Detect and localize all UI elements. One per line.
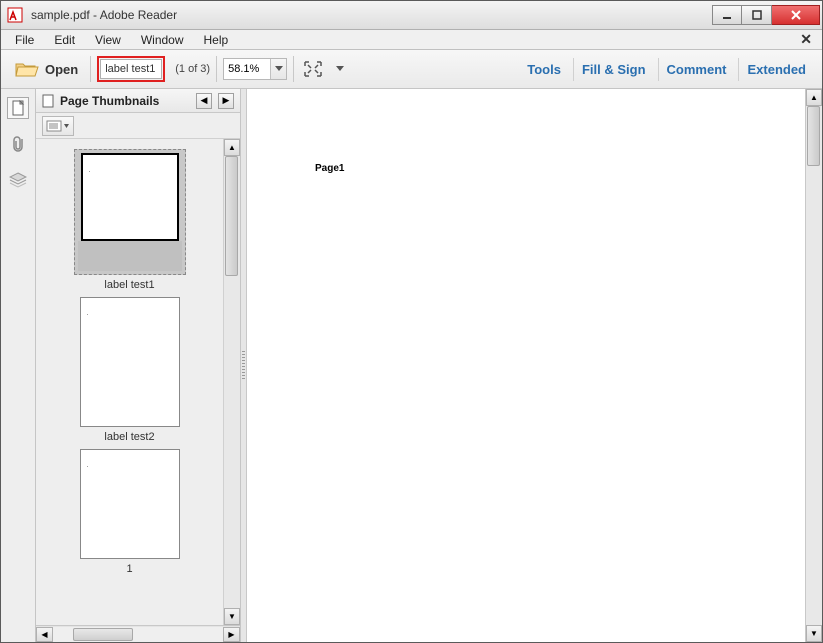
scroll-up-icon[interactable]: ▲ [806,89,822,106]
thumb-mini-text: . [89,168,91,174]
zoom-control [223,58,287,80]
separator [216,56,217,82]
doc-vscrollbar[interactable]: ▲ ▼ [805,89,822,642]
thumbs-vscrollbar[interactable]: ▲ ▼ [223,139,240,625]
toolbar: Open (1 of 3) Tools Fill & Sign Comment … [1,50,822,89]
scroll-right-icon[interactable]: ▶ [223,627,240,642]
menu-edit[interactable]: Edit [44,31,85,49]
close-button[interactable] [772,5,820,25]
thumbnails-title: Page Thumbnails [60,94,190,108]
right-panel-links: Tools Fill & Sign Comment Extended [519,58,814,81]
open-button[interactable]: Open [9,56,84,82]
menu-help[interactable]: Help [194,31,239,49]
fit-dropdown[interactable] [332,58,348,80]
thumbnail-item[interactable]: . 1 [70,449,190,575]
thumbnail-label: label test1 [70,279,190,291]
scroll-track[interactable] [53,627,223,642]
thumbnails-toolbar [36,113,240,139]
scroll-down-icon[interactable]: ▼ [806,625,822,642]
thumb-options-button[interactable] [42,116,74,136]
scroll-thumb[interactable] [225,156,238,276]
folder-open-icon [15,60,39,78]
extended-link[interactable]: Extended [738,58,814,81]
menubar: File Edit View Window Help ✕ [1,30,822,50]
thumbnails-panel: Page Thumbnails ◀ ▶ . label test1 [36,89,241,642]
thumbs-hscrollbar[interactable]: ◀ ▶ [36,625,240,642]
minimize-button[interactable] [712,5,742,25]
app-window: sample.pdf - Adobe Reader File Edit View… [0,0,823,643]
thumbnail-item[interactable]: . label test1 [70,149,190,291]
scroll-track[interactable] [806,106,822,625]
page-icon [42,94,54,108]
thumbnail-label: 1 [70,563,190,575]
window-controls [712,5,820,25]
menu-window[interactable]: Window [131,31,194,49]
zoom-input[interactable] [224,59,270,79]
maximize-button[interactable] [742,5,772,25]
menubar-close-icon[interactable]: ✕ [794,31,818,48]
menu-view[interactable]: View [85,31,131,49]
scroll-track[interactable] [224,156,240,608]
page-canvas[interactable]: Page1 [247,89,805,642]
scroll-up-icon[interactable]: ▲ [224,139,240,156]
comment-link[interactable]: Comment [658,58,735,81]
thumb-mini-text: . [87,311,89,317]
attachments-tab-icon[interactable] [7,133,29,155]
tools-link[interactable]: Tools [519,58,569,81]
nav-strip [1,89,36,642]
page-content-text: Page1 [315,163,344,174]
main-area: Page Thumbnails ◀ ▶ . label test1 [1,89,822,642]
titlebar: sample.pdf - Adobe Reader [1,1,822,30]
thumbnails-list: . label test1 . label test2 . 1 [36,139,223,625]
document-view: Page1 ▲ ▼ [247,89,822,642]
app-icon [7,7,23,23]
window-title: sample.pdf - Adobe Reader [29,8,712,22]
thumb-mini-text: . [87,463,89,469]
thumb-next-button[interactable]: ▶ [218,93,234,109]
fill-sign-link[interactable]: Fill & Sign [573,58,654,81]
separator [90,56,91,82]
scroll-down-icon[interactable]: ▼ [224,608,240,625]
menu-file[interactable]: File [5,31,44,49]
scroll-left-icon[interactable]: ◀ [36,627,53,642]
page-number-highlight [97,56,165,82]
layers-tab-icon[interactable] [7,169,29,191]
thumbnail-label: label test2 [70,431,190,443]
zoom-dropdown[interactable] [270,59,286,79]
thumbnails-header: Page Thumbnails ◀ ▶ [36,89,240,113]
page-number-input[interactable] [100,59,162,79]
scroll-thumb[interactable] [807,106,820,166]
scroll-thumb[interactable] [73,628,133,641]
thumb-prev-button[interactable]: ◀ [196,93,212,109]
fit-page-button[interactable] [300,58,326,80]
separator [293,56,294,82]
thumbs-scroll-area: . label test1 . label test2 . 1 [36,139,240,625]
thumbnail-item[interactable]: . label test2 [70,297,190,443]
thumbnails-tab-icon[interactable] [7,97,29,119]
page-count-label: (1 of 3) [175,63,210,75]
open-label: Open [45,62,78,77]
